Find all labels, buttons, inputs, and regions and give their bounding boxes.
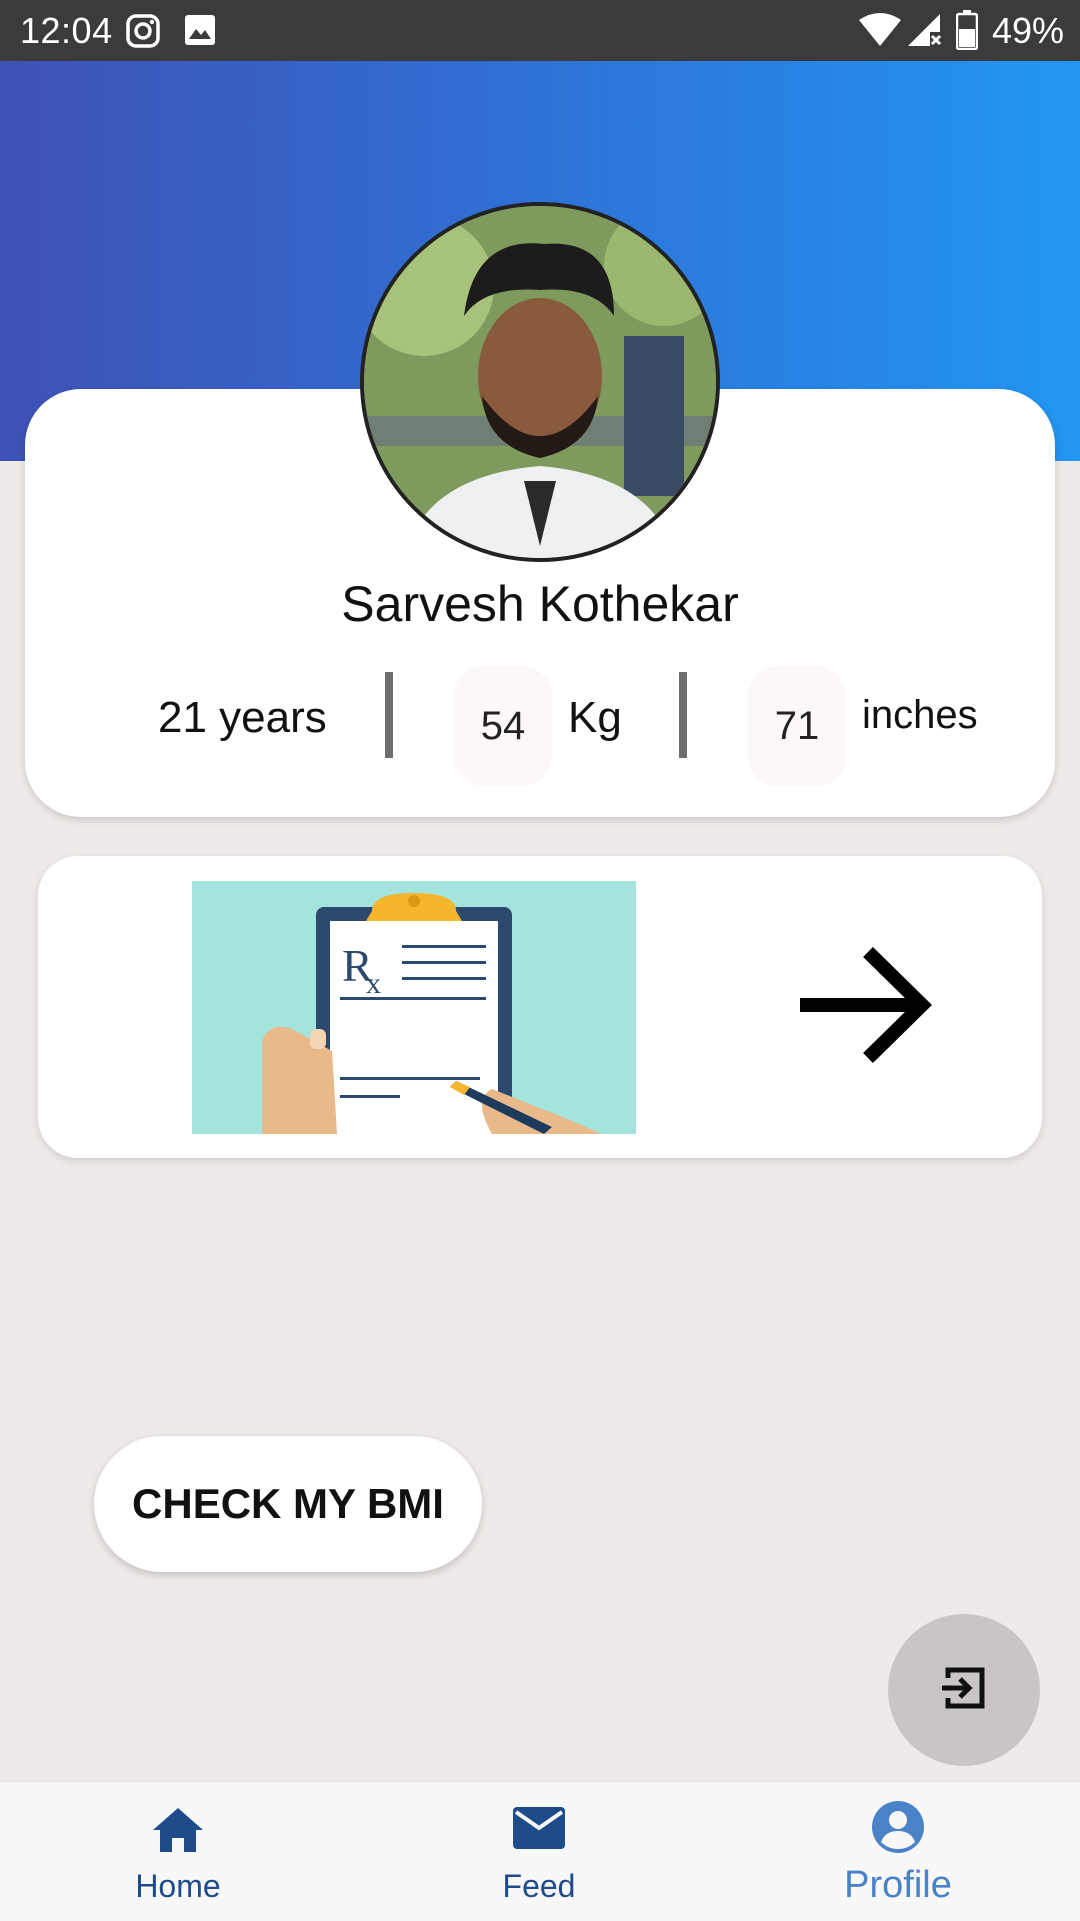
- prescription-illustration: R x: [192, 881, 636, 1147]
- nav-feed-label: Feed: [502, 1868, 576, 1904]
- svg-text:x: x: [366, 967, 381, 1000]
- exit-to-app-icon: [940, 1664, 988, 1717]
- account-circle-icon: [871, 1800, 925, 1859]
- home-icon: [151, 1806, 205, 1859]
- nav-home[interactable]: Home: [78, 1782, 278, 1921]
- arrow-right-icon[interactable]: [790, 930, 940, 1080]
- mail-icon: [512, 1806, 566, 1855]
- instagram-icon: [126, 14, 160, 53]
- stat-divider: [679, 672, 687, 758]
- image-icon: [184, 14, 216, 51]
- stat-divider: [385, 672, 393, 758]
- bottom-navigation: Home Feed Profile: [0, 1781, 1080, 1921]
- age-text: 21 years: [158, 693, 327, 742]
- weight-unit: Kg: [568, 693, 622, 742]
- height-value[interactable]: 71: [748, 666, 846, 786]
- height-unit: inches: [862, 693, 978, 737]
- weight-value[interactable]: 54: [454, 666, 552, 786]
- check-bmi-button[interactable]: CHECK MY BMI: [94, 1436, 482, 1572]
- nav-profile[interactable]: Profile: [798, 1782, 998, 1921]
- profile-avatar[interactable]: [360, 202, 720, 562]
- wifi-icon: [858, 12, 902, 53]
- logout-fab[interactable]: [888, 1614, 1040, 1766]
- battery-percent: 49%: [991, 10, 1064, 51]
- status-time: 12:04: [20, 10, 113, 51]
- status-bar: 12:04 49%: [0, 0, 1080, 61]
- nav-feed[interactable]: Feed: [439, 1782, 639, 1921]
- signal-icon: [906, 12, 944, 53]
- nav-profile-label: Profile: [844, 1864, 952, 1906]
- battery-icon: [955, 10, 979, 55]
- profile-name: Sarvesh Kothekar: [341, 576, 739, 632]
- nav-home-label: Home: [135, 1868, 221, 1904]
